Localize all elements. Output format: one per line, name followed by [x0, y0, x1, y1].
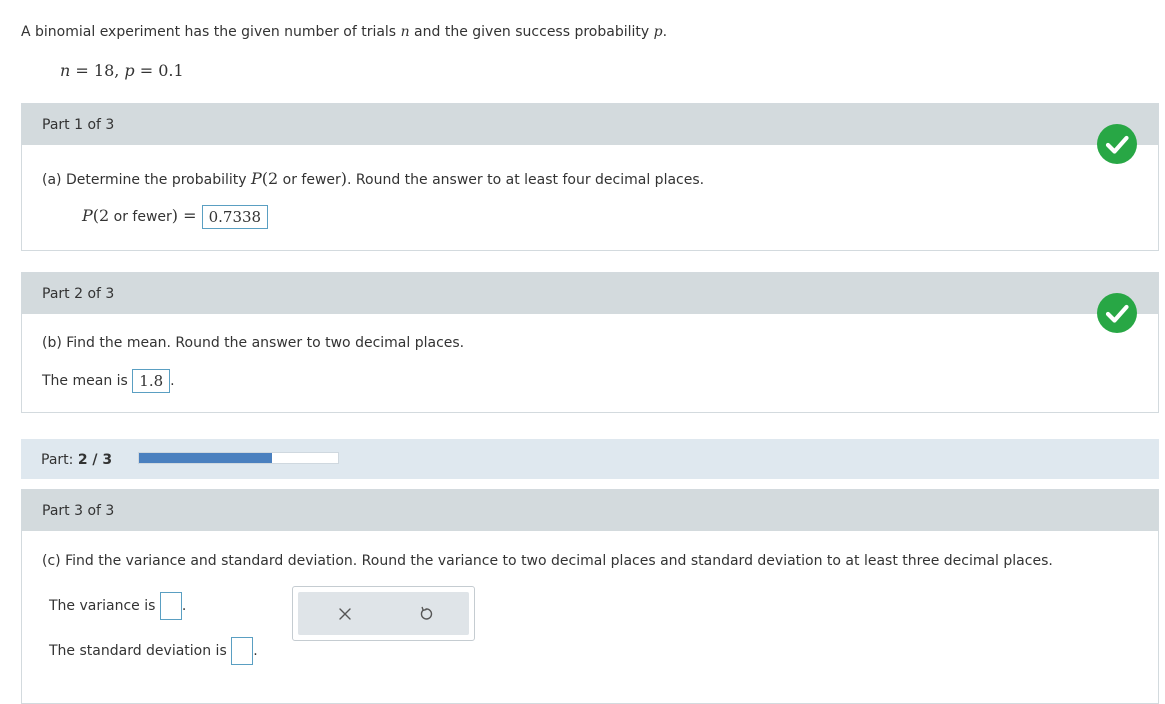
variance-input[interactable]	[159, 592, 182, 620]
mean-suffix: .	[170, 373, 175, 389]
var-p: p	[653, 24, 663, 40]
progress-count: 2 / 3	[77, 452, 113, 468]
check-icon	[1097, 293, 1137, 333]
part-1-panel: Part 1 of 3 (a) Determine the probabilit…	[21, 103, 1159, 251]
ans-P: P	[82, 206, 93, 225]
part-3-header: Part 3 of 3	[22, 490, 1158, 531]
given-p-var: p	[124, 61, 135, 80]
part-1-header: Part 1 of 3	[22, 104, 1158, 145]
intro-text-end: .	[662, 24, 668, 40]
mean-label: The mean is	[42, 373, 133, 389]
progress-label: Part: 2 / 3	[41, 452, 112, 468]
sd-label: The standard deviation is	[49, 643, 232, 659]
given-n-value: = 18,	[70, 61, 125, 80]
given-n-var: n	[60, 61, 71, 80]
prob-inner: or fewer	[278, 172, 341, 188]
part-3-panel: Part 3 of 3 (c) Find the variance and st…	[21, 489, 1159, 704]
part-2-answer-row: The mean is 1.8.	[42, 369, 175, 393]
sd-row: The standard deviation is .	[49, 637, 258, 665]
part-3-question: (c) Find the variance and standard devia…	[42, 553, 1053, 569]
part-2-answer-box[interactable]: 1.8	[132, 369, 171, 393]
ans-eq: =	[178, 206, 202, 225]
variance-suffix: .	[181, 598, 187, 614]
problem-statement: A binomial experiment has the given numb…	[21, 24, 667, 40]
clear-button[interactable]	[305, 592, 385, 635]
var-n: n	[400, 24, 410, 40]
undo-button[interactable]	[386, 592, 466, 635]
variance-row: The variance is .	[49, 592, 186, 620]
progress-bar-section: Part: 2 / 3	[21, 439, 1159, 479]
toolbar-inner	[298, 592, 469, 635]
given-values: n = 18, p = 0.1	[60, 61, 184, 80]
intro-text: A binomial experiment has the given numb…	[21, 24, 401, 40]
ans-open: (2	[92, 206, 110, 225]
check-icon	[1097, 124, 1137, 164]
part-1-answer-row: P(2 or fewer) = 0.7338	[82, 205, 269, 229]
ans-inner: or fewer	[109, 209, 172, 225]
intro-text-middle: and the given success probability	[409, 24, 654, 40]
part-2-panel: Part 2 of 3 (b) Find the mean. Round the…	[21, 272, 1159, 413]
prob-open: (2	[261, 169, 279, 188]
part-1-question-suffix: . Round the answer to at least four deci…	[347, 172, 705, 188]
part-1-answer-box[interactable]: 0.7338	[201, 205, 269, 229]
part-1-question: (a) Determine the probability P(2 or few…	[42, 169, 704, 188]
part-2-question: (b) Find the mean. Round the answer to t…	[42, 335, 465, 351]
part-2-header: Part 2 of 3	[22, 273, 1158, 314]
part-1-question-text: (a) Determine the probability	[42, 172, 251, 188]
given-p-value: = 0.1	[134, 61, 184, 80]
sd-suffix: .	[253, 643, 258, 659]
x-icon	[339, 607, 351, 620]
prob-P: P	[251, 169, 262, 188]
variance-label: The variance is	[49, 598, 160, 614]
answer-toolbar	[292, 586, 475, 641]
sd-input[interactable]	[231, 637, 254, 665]
progress-track	[138, 452, 339, 464]
progress-fill	[139, 453, 272, 463]
undo-icon	[420, 606, 433, 620]
progress-label-text: Part:	[41, 452, 78, 468]
